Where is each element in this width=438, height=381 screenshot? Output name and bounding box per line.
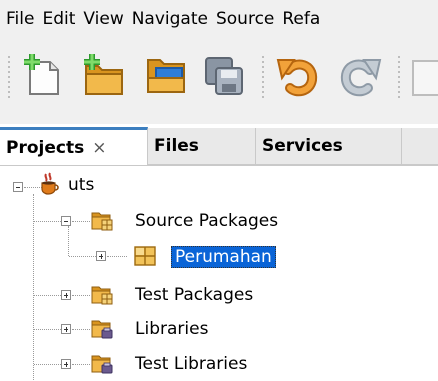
tab-files-label: Files [154, 136, 199, 156]
menu-edit[interactable]: Edit [38, 9, 79, 29]
expand-toggle-test-libraries[interactable] [61, 359, 71, 369]
undo-button[interactable] [274, 52, 322, 100]
package-folder-icon [90, 282, 114, 306]
collapse-toggle-source-packages[interactable] [61, 216, 71, 226]
undo-icon [276, 59, 318, 97]
redo-button[interactable] [336, 52, 384, 100]
collapse-toggle-uts[interactable] [13, 182, 23, 192]
tree-line [68, 226, 69, 256]
tree-line [34, 329, 61, 330]
project-tree: uts Source Packages Perumahan Test Packa… [0, 166, 438, 381]
menu-bar: File Edit View Navigate Source Refa [0, 0, 438, 38]
tree-line [69, 256, 96, 257]
library-folder-icon [90, 316, 114, 340]
tree-line [72, 364, 90, 365]
tree-label-test-libraries[interactable]: Test Libraries [135, 354, 247, 374]
tab-services[interactable]: Services [256, 128, 402, 164]
tree-line [34, 295, 61, 296]
tree-label-uts[interactable]: uts [68, 175, 94, 195]
new-file-button[interactable] [20, 52, 68, 100]
open-project-icon [147, 59, 185, 93]
tab-projects-label: Projects [6, 137, 85, 158]
menu-source[interactable]: Source [212, 9, 278, 29]
library-folder-icon [90, 351, 114, 375]
toolbar-separator [262, 56, 264, 98]
toolbar-separator [398, 56, 400, 98]
tree-line [34, 221, 61, 222]
open-project-button[interactable] [142, 52, 190, 100]
menu-refactor[interactable]: Refa [278, 9, 324, 29]
tab-services-label: Services [262, 136, 343, 156]
package-folder-icon [90, 208, 114, 232]
new-file-icon [24, 54, 59, 95]
expand-toggle-test-packages[interactable] [61, 290, 71, 300]
tree-label-source-packages[interactable]: Source Packages [135, 211, 278, 231]
panel-tab-bar: Projects × Files Services [0, 127, 438, 166]
toolbar [0, 38, 438, 124]
expand-toggle-perumahan[interactable] [96, 251, 106, 261]
tree-label-perumahan[interactable]: Perumahan [171, 246, 276, 268]
tree-line [107, 256, 127, 257]
package-icon [133, 244, 157, 268]
toolbar-partial-button[interactable] [412, 60, 438, 96]
tab-files[interactable]: Files [148, 128, 256, 164]
menu-view[interactable]: View [79, 9, 127, 29]
menu-file[interactable]: File [0, 9, 38, 29]
save-all-icon [205, 57, 243, 95]
new-project-icon [84, 54, 123, 95]
new-project-button[interactable] [80, 52, 128, 100]
coffee-cup-icon [38, 172, 62, 196]
tree-line [72, 295, 90, 296]
menu-navigate[interactable]: Navigate [128, 9, 212, 29]
redo-icon [340, 59, 382, 97]
toolbar-grip [8, 56, 10, 98]
tree-line [72, 221, 90, 222]
tree-line [72, 329, 90, 330]
expand-toggle-libraries[interactable] [61, 324, 71, 334]
close-icon[interactable]: × [92, 138, 106, 158]
tree-line [34, 364, 61, 365]
tree-label-libraries[interactable]: Libraries [135, 319, 208, 339]
tab-projects[interactable]: Projects × [0, 127, 148, 165]
save-all-button[interactable] [200, 52, 248, 100]
tree-label-test-packages[interactable]: Test Packages [135, 285, 253, 305]
